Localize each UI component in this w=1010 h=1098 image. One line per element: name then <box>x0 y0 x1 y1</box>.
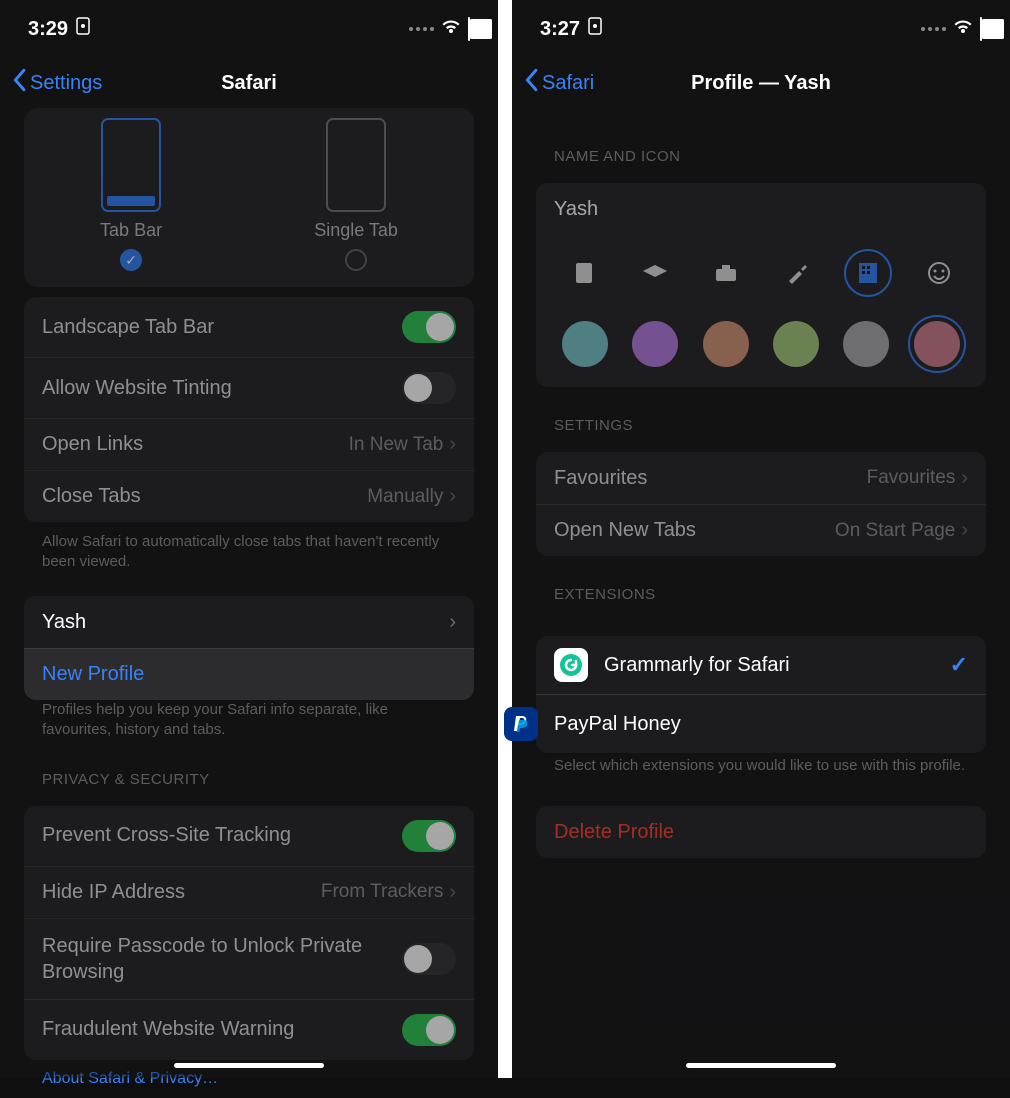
battery-icon <box>468 18 470 41</box>
paypal-icon <box>504 707 538 741</box>
home-indicator[interactable] <box>686 1063 836 1068</box>
row-label: Open New Tabs <box>554 519 835 542</box>
chevron-right-icon: › <box>449 611 456 634</box>
settings-header: SETTINGS <box>536 387 986 442</box>
tab-bar-option[interactable]: Tab Bar ✓ <box>100 118 162 271</box>
checkmark-icon: ✓ <box>120 249 142 271</box>
profile-name-field[interactable]: Yash <box>536 183 986 235</box>
status-time: 3:27 <box>540 18 580 41</box>
row-label: Yash <box>42 611 449 634</box>
row-label: New Profile <box>42 663 456 686</box>
row-value: Favourites <box>867 467 956 489</box>
hammer-icon[interactable] <box>773 249 821 297</box>
extensions-group: Grammarly for Safari ✓ PayPal Honey <box>536 636 986 753</box>
color-grey[interactable] <box>843 321 889 367</box>
portrait-lock-icon <box>588 17 602 41</box>
favourites-row[interactable]: Favourites Favourites › <box>536 452 986 504</box>
landscape-tab-bar-row[interactable]: Landscape Tab Bar <box>24 297 474 357</box>
portrait-lock-icon <box>76 17 90 41</box>
chevron-right-icon: › <box>449 485 456 508</box>
row-label: PayPal Honey <box>554 713 968 736</box>
back-button[interactable]: Settings <box>0 68 102 98</box>
status-bar: 3:27 <box>512 0 1010 58</box>
row-label: Grammarly for Safari <box>604 654 950 677</box>
cellular-dots-icon <box>921 27 946 31</box>
home-indicator[interactable] <box>174 1063 324 1068</box>
row-value: On Start Page <box>835 520 955 542</box>
briefcase-icon[interactable] <box>702 249 750 297</box>
nav-bar: Settings Safari <box>0 58 498 108</box>
smiley-icon[interactable] <box>915 249 963 297</box>
open-links-row[interactable]: Open Links In New Tab › <box>24 418 474 470</box>
color-green[interactable] <box>773 321 819 367</box>
building-icon[interactable] <box>844 249 892 297</box>
single-tab-label: Single Tab <box>314 220 398 241</box>
phone-left-safari-settings: 3:29 Settings Safari Tab Bar ✓ <box>0 0 498 1078</box>
back-button[interactable]: Safari <box>512 68 594 98</box>
grammarly-icon <box>554 648 588 682</box>
chevron-right-icon: › <box>961 519 968 542</box>
battery-icon <box>980 18 982 41</box>
single-tab-option[interactable]: Single Tab <box>314 118 398 271</box>
tab-bar-preview-icon <box>101 118 161 212</box>
color-purple[interactable] <box>632 321 678 367</box>
chevron-right-icon: › <box>961 467 968 490</box>
toggle-on[interactable] <box>402 311 456 343</box>
row-value: In New Tab <box>349 434 444 456</box>
color-teal[interactable] <box>562 321 608 367</box>
profile-yash-row[interactable]: Yash › <box>24 596 474 648</box>
profiles-group: Yash › New Profile <box>24 596 474 700</box>
toggle-off[interactable] <box>402 372 456 404</box>
tab-style-selector: Tab Bar ✓ Single Tab <box>24 108 474 287</box>
status-time: 3:29 <box>28 18 68 41</box>
name-icon-header: NAME AND ICON <box>536 108 986 173</box>
back-label: Settings <box>30 72 102 95</box>
icon-picker <box>536 235 986 311</box>
row-label: Allow Website Tinting <box>42 377 402 400</box>
chevron-right-icon: › <box>449 433 456 456</box>
radio-unselected-icon <box>345 249 367 271</box>
extension-paypal-honey-row[interactable]: PayPal Honey <box>536 694 986 753</box>
id-badge-icon[interactable] <box>560 249 608 297</box>
nav-bar: Safari Profile — Yash <box>512 58 1010 108</box>
new-profile-row[interactable]: New Profile <box>24 648 474 700</box>
color-pink[interactable] <box>914 321 960 367</box>
row-label: Close Tabs <box>42 485 367 508</box>
wifi-icon <box>952 18 974 41</box>
open-new-tabs-row[interactable]: Open New Tabs On Start Page › <box>536 504 986 556</box>
color-orange[interactable] <box>703 321 749 367</box>
extensions-header: EXTENSIONS <box>536 556 986 611</box>
single-tab-preview-icon <box>326 118 386 212</box>
checkmark-icon: ✓ <box>950 652 968 678</box>
status-bar: 3:29 <box>0 0 498 58</box>
wifi-icon <box>440 18 462 41</box>
row-label: Landscape Tab Bar <box>42 316 402 339</box>
row-label: Favourites <box>554 467 867 490</box>
color-picker <box>536 311 986 387</box>
chevron-left-icon <box>522 68 540 98</box>
graduation-cap-icon[interactable] <box>631 249 679 297</box>
close-tabs-row[interactable]: Close Tabs Manually › <box>24 470 474 522</box>
chevron-left-icon <box>10 68 28 98</box>
phone-right-profile-settings: 3:27 Safari Profile — Yash NAME AND ICON… <box>512 0 1010 1078</box>
extension-grammarly-row[interactable]: Grammarly for Safari ✓ <box>536 636 986 694</box>
allow-website-tinting-row[interactable]: Allow Website Tinting <box>24 357 474 418</box>
row-value: Manually <box>367 486 443 508</box>
back-label: Safari <box>542 72 594 95</box>
row-label: Open Links <box>42 433 349 456</box>
cellular-dots-icon <box>409 27 434 31</box>
profile-name-value[interactable]: Yash <box>554 198 968 221</box>
close-tabs-note: Allow Safari to automatically close tabs… <box>24 522 474 573</box>
tab-bar-label: Tab Bar <box>100 220 162 241</box>
